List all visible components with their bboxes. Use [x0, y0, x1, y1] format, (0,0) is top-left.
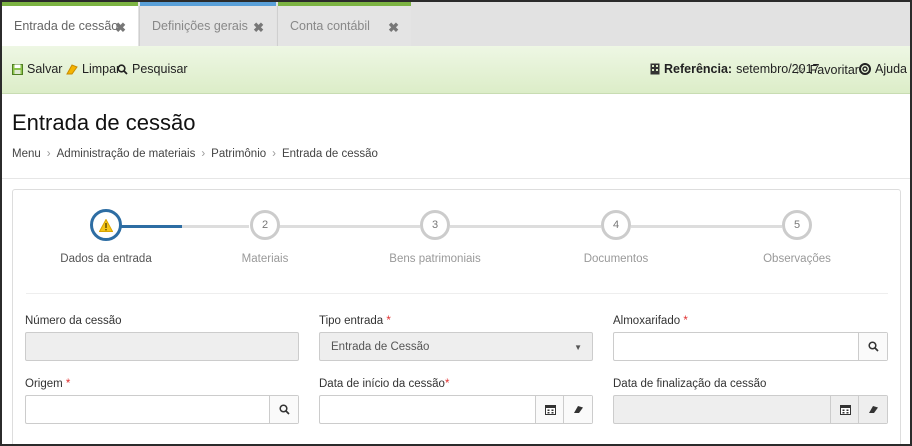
- step-2-label[interactable]: Materiais: [205, 253, 325, 265]
- chevron-right-icon: ›: [46, 148, 51, 160]
- eraser-icon: [868, 406, 878, 413]
- search-icon: [867, 341, 879, 352]
- origem-search-button[interactable]: [269, 396, 298, 423]
- search-button[interactable]: Pesquisar: [117, 62, 188, 76]
- page-title: Entrada de cessão: [12, 110, 196, 135]
- step-5-label[interactable]: Observações: [737, 253, 857, 265]
- calendar-icon: [544, 405, 556, 415]
- breadcrumb-item[interactable]: Patrimônio: [211, 148, 266, 160]
- search-label: Pesquisar: [132, 62, 188, 76]
- help-button[interactable]: Ajuda: [859, 62, 907, 76]
- calendar-button[interactable]: [830, 396, 859, 423]
- step-connector: [279, 225, 420, 228]
- divider: [2, 178, 910, 179]
- data-inicio-label: Data de início da cessão*: [319, 378, 450, 390]
- breadcrumb-item[interactable]: Administração de materiais: [57, 148, 196, 160]
- save-button[interactable]: Salvar: [12, 62, 62, 76]
- eraser-icon: [573, 406, 583, 413]
- breadcrumb-item[interactable]: Menu: [12, 148, 41, 160]
- close-icon[interactable]: ✖: [388, 20, 399, 36]
- step-connector: [182, 225, 249, 228]
- close-icon[interactable]: ✖: [253, 20, 264, 36]
- star-icon: ☆: [794, 62, 806, 77]
- step-1-label[interactable]: Dados da entrada: [46, 253, 166, 265]
- save-label: Salvar: [27, 62, 63, 76]
- almoxarifado-input[interactable]: [613, 332, 888, 361]
- search-icon: [278, 404, 290, 415]
- tab-conta-contabil[interactable]: Conta contábil ✖: [278, 2, 411, 46]
- tab-label: Definições gerais: [152, 19, 248, 33]
- calendar-icon: [839, 405, 851, 415]
- almoxarifado-label: Almoxarifado *: [613, 315, 688, 327]
- tab-label: Entrada de cessão: [14, 19, 119, 33]
- toolbar: Salvar Limpar Pesquisar Referência: sete…: [2, 46, 910, 94]
- step-4-circle[interactable]: 4: [601, 210, 631, 240]
- step-5-circle[interactable]: 5: [782, 210, 812, 240]
- data-inicio-input[interactable]: [319, 395, 593, 424]
- numero-cessao-input[interactable]: [25, 332, 299, 361]
- tipo-entrada-select[interactable]: Entrada de Cessão ▼: [319, 332, 593, 361]
- tab-definicoes-gerais[interactable]: Definições gerais ✖: [140, 2, 276, 46]
- app-frame: Entrada de cessão ✖ Definições gerais ✖ …: [0, 0, 912, 446]
- tab-entrada-de-cessao[interactable]: Entrada de cessão ✖: [2, 2, 138, 46]
- data-fim-label: Data de finalização da cessão: [613, 378, 767, 390]
- chevron-right-icon: ›: [201, 148, 206, 160]
- origem-label: Origem *: [25, 378, 71, 390]
- step-connector: [631, 225, 782, 228]
- tipo-entrada-label: Tipo entrada *: [319, 315, 391, 327]
- step-4-label[interactable]: Documentos: [556, 253, 676, 265]
- form-divider: [26, 293, 888, 294]
- search-icon: [117, 63, 128, 75]
- breadcrumb: Menu › Administração de materiais › Patr…: [12, 148, 378, 160]
- building-icon: [650, 63, 660, 75]
- calendar-button[interactable]: [535, 396, 564, 423]
- clear-label: Limpar: [82, 62, 121, 76]
- clear-date-button[interactable]: [563, 396, 592, 423]
- step-3-label[interactable]: Bens patrimoniais: [375, 253, 495, 265]
- numero-cessao-label: Número da cessão: [25, 315, 122, 327]
- lifebuoy-icon: [859, 63, 871, 75]
- step-progress-line: [116, 225, 182, 228]
- caret-down-icon: ▼: [574, 343, 582, 352]
- help-label: Ajuda: [875, 62, 907, 76]
- breadcrumb-item: Entrada de cessão: [281, 148, 378, 160]
- data-fim-input[interactable]: [613, 395, 888, 424]
- origem-input[interactable]: [25, 395, 299, 424]
- step-connector: [450, 225, 601, 228]
- tab-bar: Entrada de cessão ✖ Definições gerais ✖ …: [2, 2, 910, 46]
- almoxarifado-search-button[interactable]: [858, 333, 887, 360]
- save-icon: [12, 63, 23, 75]
- favorite-label: Favoritar: [809, 63, 859, 77]
- step-1-circle[interactable]: [90, 209, 122, 241]
- clear-date-button[interactable]: [858, 396, 887, 423]
- warning-icon: [99, 218, 113, 232]
- chevron-right-icon: ›: [272, 148, 276, 160]
- clear-button[interactable]: Limpar: [65, 62, 120, 76]
- step-3-circle[interactable]: 3: [420, 210, 450, 240]
- eraser-icon: [66, 63, 78, 74]
- step-2-circle[interactable]: 2: [250, 210, 280, 240]
- reference-label: Referência:: [664, 62, 733, 76]
- tab-label: Conta contábil: [290, 19, 370, 33]
- close-icon[interactable]: ✖: [115, 20, 126, 36]
- favorite-button[interactable]: ☆ Favoritar: [794, 62, 859, 78]
